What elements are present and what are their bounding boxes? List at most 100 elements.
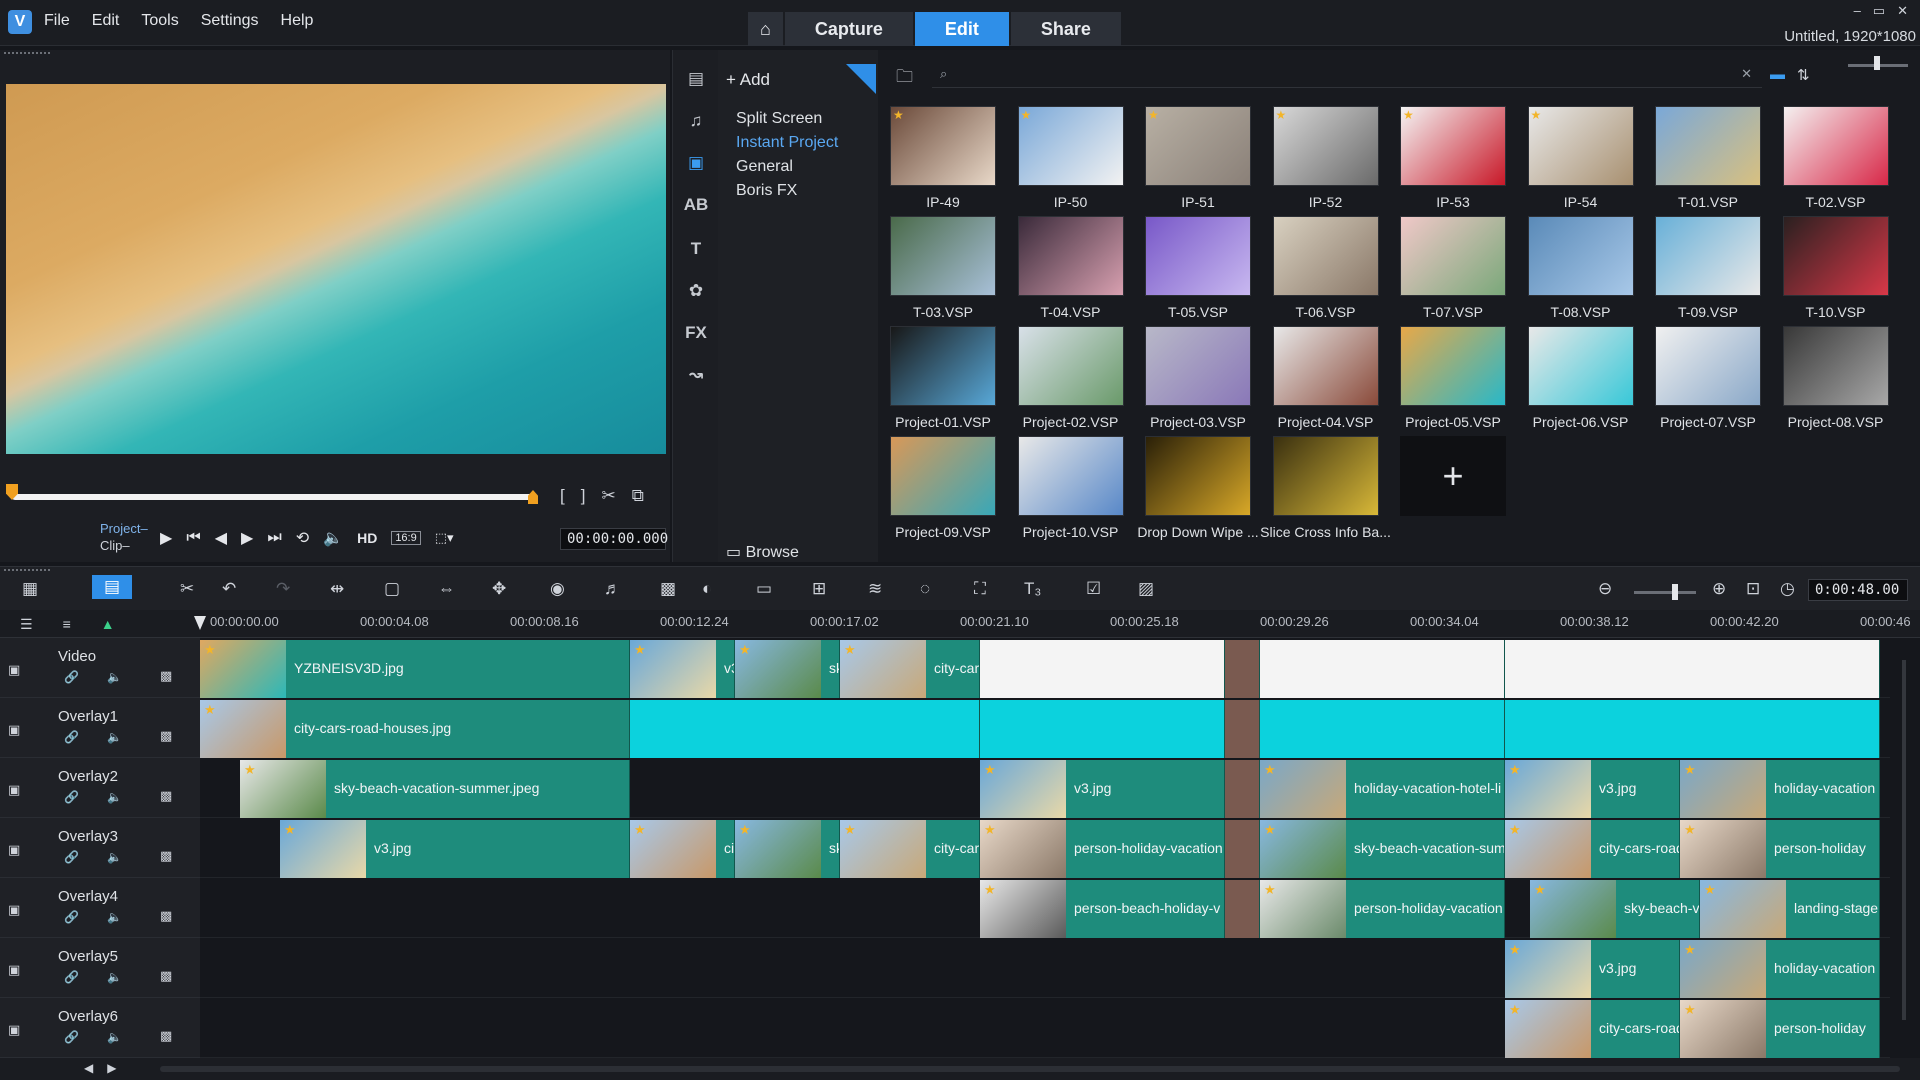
template-thumbnail[interactable]: Project-07.VSP <box>1655 326 1761 430</box>
3d-title-icon[interactable]: T₃ <box>1024 579 1041 599</box>
pan-zoom-icon[interactable]: ✥ <box>492 579 506 599</box>
project-duration[interactable]: 0:00:48.00 <box>1808 579 1908 601</box>
redo-icon[interactable]: ↷ <box>276 579 290 599</box>
timeline-clip[interactable]: ★ sky-beach-vacation-sum <box>1260 820 1505 878</box>
hd-preview-button[interactable]: HD <box>357 530 377 546</box>
volume-icon[interactable]: 🔈 <box>323 528 343 548</box>
minimize-icon[interactable]: – <box>1854 3 1861 19</box>
category-item[interactable]: Split Screen <box>736 110 822 128</box>
fit-timeline-icon[interactable]: ⇹ <box>330 579 344 599</box>
template-thumbnail[interactable]: T-08.VSP <box>1527 216 1634 320</box>
pin-icon[interactable] <box>846 64 876 94</box>
timeline-clip[interactable]: ★ landing-stage <box>1700 880 1880 938</box>
timeline-clip[interactable]: ★ v3.jpg <box>1505 940 1680 998</box>
timeline-clip[interactable]: ★ YZBNEISV3D.jpg <box>200 640 630 698</box>
transition-clip[interactable] <box>1225 880 1260 938</box>
timeline-clip[interactable]: ★ sky-beach <box>735 640 840 698</box>
timeline-clip[interactable]: ★ city-cars <box>840 640 980 698</box>
link-icon[interactable]: 🔗 <box>64 730 79 744</box>
media-icon[interactable]: ▤ <box>683 66 709 92</box>
chapter-icon[interactable]: ≡ <box>63 616 71 633</box>
trim-icon[interactable]: ⇔ <box>438 579 455 599</box>
template-thumbnail[interactable]: Drop Down Wipe ... <box>1137 436 1259 540</box>
template-thumbnail[interactable]: T-07.VSP <box>1400 216 1506 320</box>
transition-clip[interactable] <box>1225 640 1260 698</box>
track-lane[interactable]: ★ city-cars-road ★ person-holiday <box>200 998 1890 1058</box>
track-manager-icon[interactable]: ☰ <box>20 616 33 633</box>
template-thumbnail[interactable]: T-01.VSP <box>1655 106 1761 210</box>
timeline-view-icon[interactable]: ▤ <box>92 575 133 599</box>
storyboard-view-icon[interactable]: ▦ <box>22 579 38 599</box>
video-track-icon[interactable]: ▣ <box>8 662 20 678</box>
template-thumbnail[interactable]: T-10.VSP <box>1782 216 1889 320</box>
template-thumbnail[interactable]: Project-02.VSP <box>1017 326 1124 430</box>
folder-icon[interactable]: 🗀 <box>896 64 913 93</box>
tab-capture[interactable]: Capture <box>784 12 913 46</box>
timeline-clip[interactable]: ★ person-holiday-vacation <box>1260 880 1505 938</box>
template-thumbnail[interactable]: ★ IP-50 <box>1017 106 1124 210</box>
scrub-bar[interactable] <box>12 494 534 500</box>
track-header[interactable]: ▣ Overlay5 🔗 🔈 ▩ <box>0 938 200 998</box>
path-icon[interactable]: ↝ <box>683 362 709 388</box>
template-thumbnail[interactable]: ★ IP-49 <box>890 106 996 210</box>
track-lane[interactable]: ★ city-cars-road-houses.jpg <box>200 698 1890 758</box>
panel-grip[interactable] <box>4 569 50 571</box>
motion-icon[interactable]: ≋ <box>868 579 882 599</box>
timeline-zoom-slider[interactable] <box>1634 591 1696 594</box>
timeline-clip[interactable]: ★ sky-beach <box>735 820 840 878</box>
end-frame-icon[interactable]: ⏭ <box>267 529 281 547</box>
audio-icon[interactable]: ♬ <box>604 579 621 599</box>
tab-share[interactable]: Share <box>1010 12 1121 46</box>
prev-frame-icon[interactable]: ◀ <box>215 528 227 548</box>
timeline-clip[interactable]: ★ person-holiday-vacation <box>980 820 1225 878</box>
mute-icon[interactable]: 🔈 <box>107 850 122 864</box>
link-icon[interactable]: 🔗 <box>64 970 79 984</box>
enlarge-preview-icon[interactable]: ⧉ <box>632 486 644 506</box>
timeline-clip[interactable]: ★ city-cars <box>840 820 980 878</box>
template-thumbnail[interactable]: Project-01.VSP <box>890 326 996 430</box>
category-item[interactable]: General <box>736 158 793 176</box>
panel-grip[interactable] <box>4 52 50 56</box>
graphics-icon[interactable]: ✿ <box>683 278 709 304</box>
track-header[interactable]: ▣ Video 🔗 🔈 ▩ <box>0 638 200 698</box>
fit-project-icon[interactable]: ⊡ <box>1746 579 1760 599</box>
template-thumbnail[interactable]: Project-05.VSP <box>1400 326 1506 430</box>
category-item[interactable]: Boris FX <box>736 182 797 200</box>
track-header[interactable]: ▣ Overlay4 🔗 🔈 ▩ <box>0 878 200 938</box>
timeline-horizontal-scrollbar[interactable]: ◀ ▶ <box>0 1058 1920 1080</box>
timeline-clip[interactable] <box>980 640 1225 698</box>
menu-tools[interactable]: Tools <box>141 12 178 30</box>
overlay-track-icon[interactable]: ▣ <box>8 842 20 858</box>
thumbnail-size-knob[interactable] <box>1874 56 1880 70</box>
link-icon[interactable]: 🔗 <box>64 790 79 804</box>
record-screen-icon[interactable]: ▢ <box>384 579 400 599</box>
trim-marker[interactable] <box>528 490 538 504</box>
template-thumbnail[interactable]: ★ IP-54 <box>1527 106 1634 210</box>
timeline-clip[interactable]: ★ sky-beach-v <box>1530 880 1700 938</box>
tools-icon[interactable]: ✂ <box>180 579 194 599</box>
template-thumbnail[interactable]: ★ IP-51 <box>1145 106 1251 210</box>
timeline-zoom-knob[interactable] <box>1672 584 1678 600</box>
mute-icon[interactable]: 🔈 <box>107 730 122 744</box>
split-clip-icon[interactable]: ✂ <box>601 486 615 506</box>
menu-edit[interactable]: Edit <box>92 12 120 30</box>
overlay-editor-icon[interactable]: ▨ <box>1138 579 1154 599</box>
track-lane[interactable]: ★ person-beach-holiday-v ★ person-holiday-v… <box>200 878 1890 938</box>
next-frame-icon[interactable]: ▶ <box>241 528 253 548</box>
link-icon[interactable]: 🔗 <box>64 910 79 924</box>
zoom-out-icon[interactable]: ⊖ <box>1598 579 1612 599</box>
template-thumbnail[interactable]: Project-08.VSP <box>1782 326 1889 430</box>
mask-icon[interactable]: ◐ <box>702 579 712 599</box>
split-screen-icon[interactable]: ⊞ <box>812 579 826 599</box>
aspect-ratio-button[interactable]: 16:9 <box>391 531 421 545</box>
templates-icon[interactable]: ▣ <box>683 150 709 176</box>
track-header[interactable]: ▣ Overlay6 🔗 🔈 ▩ <box>0 998 200 1058</box>
timeline-clip[interactable] <box>1260 640 1505 698</box>
menu-settings[interactable]: Settings <box>201 12 259 30</box>
project-mode-toggle[interactable]: Project– <box>100 520 148 537</box>
clear-search-icon[interactable]: ✕ <box>1741 66 1752 82</box>
fx-icon[interactable]: FX <box>683 320 709 346</box>
undo-icon[interactable]: ↶ <box>222 579 236 599</box>
timeline-clip[interactable]: ★ holiday-vacation <box>1680 760 1880 818</box>
ripple-edit-icon[interactable]: ▩ <box>160 668 172 684</box>
